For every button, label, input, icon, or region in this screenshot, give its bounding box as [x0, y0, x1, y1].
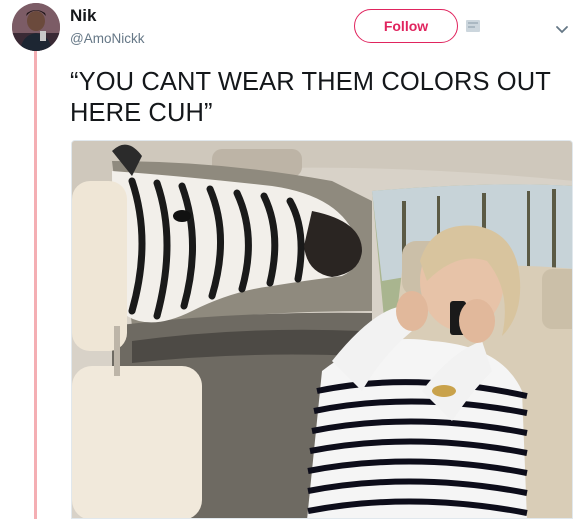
avatar[interactable]: [12, 3, 60, 51]
thread-line: [34, 50, 37, 519]
chevron-down-icon[interactable]: [555, 22, 569, 34]
block-icon[interactable]: [465, 18, 481, 34]
author-handle[interactable]: @AmoNickk: [70, 31, 144, 46]
author-name[interactable]: Nik: [70, 6, 96, 26]
tweet-photo[interactable]: [71, 140, 573, 519]
tweet-text: “YOU CANT WEAR THEM COLORS OUT HERE CUH”: [70, 68, 551, 127]
follow-button[interactable]: Follow: [354, 9, 458, 43]
